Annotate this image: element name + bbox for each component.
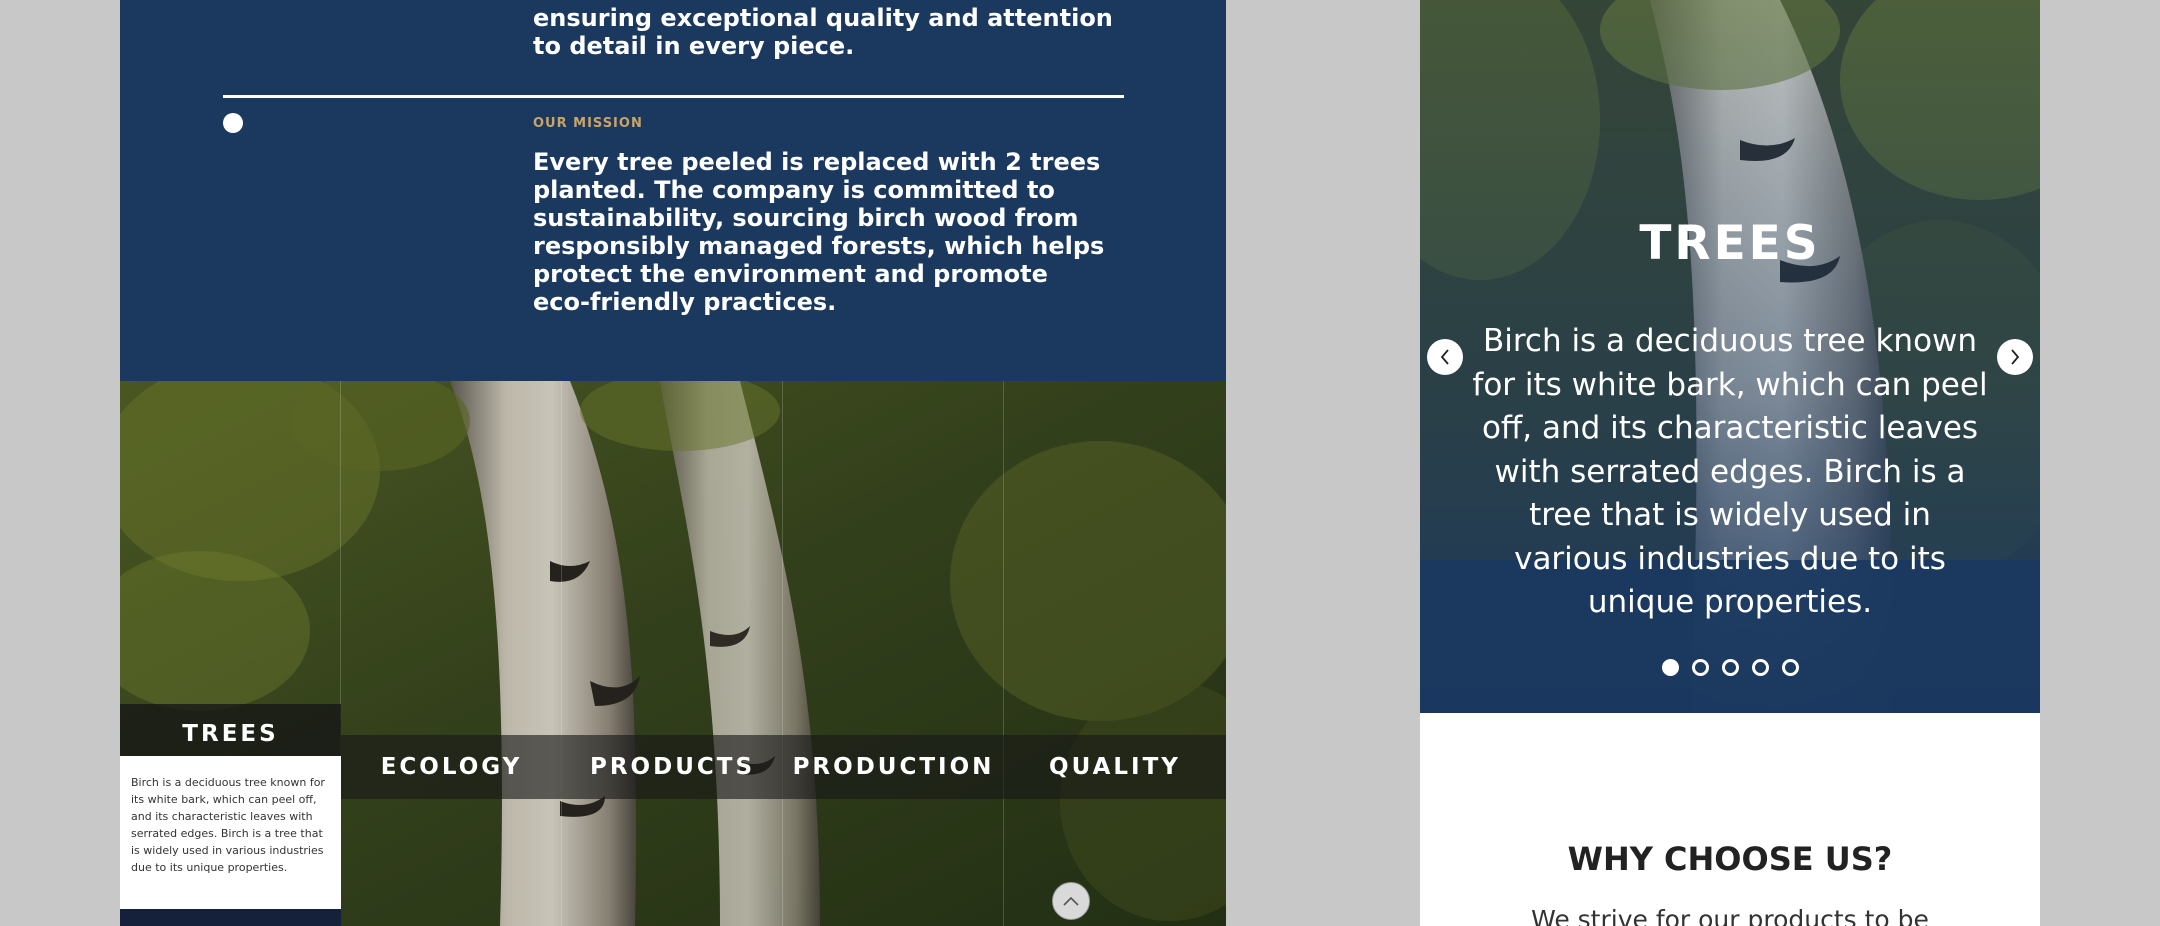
slider-dot-1[interactable]	[1661, 659, 1679, 676]
timeline-dot	[223, 113, 243, 133]
category-quality[interactable]: QUALITY	[1004, 381, 1226, 926]
why-choose-us-title: WHY CHOOSE US?	[1567, 840, 1893, 878]
quality-text: ensuring exceptional quality and attenti…	[533, 4, 1113, 60]
scroll-to-top-button[interactable]	[1052, 882, 1090, 920]
chevron-right-icon	[2011, 349, 2020, 365]
slider-dot-2[interactable]	[1691, 659, 1709, 676]
category-products[interactable]: PRODUCTS	[562, 381, 783, 926]
slider-pagination	[1420, 659, 2040, 676]
category-strip: TREES Birch is a deciduous tree known fo…	[120, 381, 1226, 926]
mission-text: Every tree peeled is replaced with 2 tre…	[533, 148, 1105, 316]
right-page-panel: TREES Birch is a deciduous tree known fo…	[1420, 0, 2040, 926]
category-trees-label: TREES	[120, 704, 341, 756]
category-ecology-label: ECOLOGY	[341, 735, 562, 799]
slider-dot-4[interactable]	[1751, 659, 1769, 676]
category-trees[interactable]: TREES Birch is a deciduous tree known fo…	[120, 381, 341, 926]
slider-dot-5[interactable]	[1781, 659, 1799, 676]
category-trees-description: Birch is a deciduous tree known for its …	[120, 756, 341, 909]
category-production[interactable]: PRODUCTION	[783, 381, 1004, 926]
category-quality-label: QUALITY	[1004, 735, 1226, 799]
chevron-left-icon	[1440, 349, 1449, 365]
hero-slider: TREES Birch is a deciduous tree known fo…	[1420, 0, 2040, 713]
category-products-label: PRODUCTS	[562, 735, 783, 799]
slider-next-button[interactable]	[1997, 339, 2033, 375]
timeline-divider	[223, 95, 1124, 98]
slider-prev-button[interactable]	[1427, 339, 1463, 375]
chevron-up-icon	[1063, 896, 1079, 906]
slide-text: Birch is a deciduous tree known for its …	[1472, 323, 1988, 620]
slider-dot-3[interactable]	[1721, 659, 1739, 676]
category-production-label: PRODUCTION	[783, 735, 1004, 799]
slide-title: TREES	[1639, 216, 1821, 271]
left-page-panel: ensuring exceptional quality and attenti…	[120, 0, 1226, 926]
mission-label: OUR MISSION	[533, 116, 643, 131]
category-ecology[interactable]: ECOLOGY	[341, 381, 562, 926]
category-trees-footer	[120, 909, 341, 926]
about-section: ensuring exceptional quality and attenti…	[120, 0, 1226, 381]
why-choose-us-text: We strive for our products to be synonym…	[1531, 905, 1929, 926]
